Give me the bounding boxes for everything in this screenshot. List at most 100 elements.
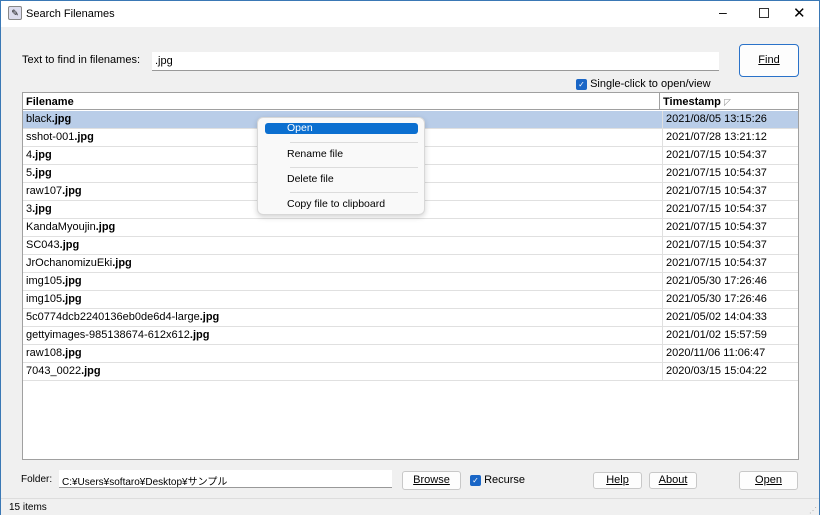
browse-label: Browse [413, 474, 450, 486]
timestamp-cell: 2021/07/15 10:54:37 [662, 201, 798, 219]
single-click-checkbox[interactable]: ✓ Single-click to open/view [576, 78, 711, 90]
menu-item-copy-file[interactable]: Copy file to clipboard [287, 198, 385, 210]
table-row[interactable]: raw108.jpg 2020/11/06 11:06:47 [23, 345, 798, 363]
filename-cell: 5c0774dcb2240136eb0de6d4-large.jpg [26, 309, 219, 326]
menu-item-delete-file[interactable]: Delete file [287, 173, 334, 185]
about-button[interactable]: About [649, 472, 697, 489]
timestamp-cell: 2021/07/15 10:54:37 [662, 147, 798, 165]
filename-cell: 7043_0022.jpg [26, 363, 101, 380]
filename-ext: .jpg [32, 203, 52, 215]
recurse-label: Recurse [484, 474, 526, 486]
filename-ext: .jpg [74, 131, 94, 143]
window-title: Search Filenames [26, 8, 115, 20]
column-header-filename[interactable]: Filename [26, 96, 74, 108]
table-row[interactable]: KandaMyoujin.jpg 2021/07/15 10:54:37 [23, 219, 798, 237]
open-label: Open [755, 474, 782, 486]
minimize-icon[interactable]: – [719, 4, 727, 20]
filename-cell: sshot-001.jpg [26, 129, 94, 146]
resize-grip-icon[interactable]: ⋰ [809, 506, 817, 515]
browse-button[interactable]: Browse [402, 471, 461, 490]
filename-base: KandaMyoujin [26, 221, 96, 233]
filename-base: JrOchanomizuEki [26, 257, 113, 269]
context-menu: Open Rename file Delete file Copy file t… [257, 117, 425, 215]
filename-cell: raw108.jpg [26, 345, 82, 362]
table-row[interactable]: SC043.jpg 2021/07/15 10:54:37 [23, 237, 798, 255]
help-button[interactable]: Help [593, 472, 642, 489]
table-row[interactable]: 5c0774dcb2240136eb0de6d4-large.jpg 2021/0… [23, 309, 798, 327]
folder-label: Folder: [21, 474, 53, 485]
search-label: Text to find in filenames: [22, 54, 141, 66]
filename-ext: .jpg [189, 329, 210, 341]
filename-cell: black.jpg [26, 111, 71, 128]
checkmark-icon: ✓ [470, 474, 481, 486]
filename-base: 7043_0022 [26, 365, 82, 377]
find-button[interactable]: Find [739, 44, 799, 77]
menu-item-open-label: Open [287, 122, 313, 134]
menu-item-open[interactable]: Open [265, 122, 418, 134]
filename-ext: .jpg [51, 113, 72, 125]
about-label: About [658, 474, 688, 486]
table-row[interactable]: JrOchanomizuEki.jpg 2021/07/15 10:54:37 [23, 255, 798, 273]
search-input-value: .jpg [155, 55, 173, 67]
filename-ext: .jpg [112, 257, 132, 269]
timestamp-cell: 2021/07/15 10:54:37 [662, 219, 798, 237]
timestamp-cell: 2021/07/15 10:54:37 [662, 255, 798, 273]
maximize-icon[interactable] [759, 8, 769, 18]
timestamp-cell: 2020/11/06 11:06:47 [662, 345, 798, 363]
filename-base: img105 [26, 293, 63, 305]
folder-input[interactable]: C:¥Users¥softaro¥Desktop¥サンプル [59, 470, 392, 488]
find-label: Find [758, 54, 780, 66]
filename-cell: 4.jpg [26, 147, 52, 164]
filename-cell: 5.jpg [26, 165, 52, 182]
timestamp-header-label: Timestamp [663, 96, 721, 108]
filename-base: SC043 [26, 239, 60, 251]
timestamp-cell: 2021/07/15 10:54:37 [662, 165, 798, 183]
open-button[interactable]: Open [739, 471, 798, 490]
filename-ext: .jpg [32, 149, 52, 161]
filename-ext: .jpg [62, 275, 82, 287]
timestamp-cell: 2020/03/15 15:04:22 [662, 363, 798, 381]
menu-separator [290, 167, 418, 168]
timestamp-cell: 2021/05/30 17:26:46 [662, 273, 798, 291]
filename-ext: .jpg [62, 347, 82, 359]
search-input[interactable]: .jpg [152, 52, 719, 71]
recurse-checkbox[interactable]: ✓ Recurse [470, 474, 525, 486]
filename-cell: img105.jpg [26, 291, 82, 308]
filename-ext: .jpg [59, 239, 80, 251]
table-row[interactable]: 7043_0022.jpg 2020/03/15 15:04:22 [23, 363, 798, 381]
table-header: Filename Timestamp ◸ [23, 93, 798, 110]
title-bar: ✎ Search Filenames – ✕ [1, 1, 819, 27]
timestamp-cell: 2021/07/15 10:54:37 [662, 237, 798, 255]
sort-descending-icon: ◸ [723, 97, 731, 107]
filename-ext: .jpg [81, 365, 101, 377]
app-search-icon: ✎ [8, 6, 22, 20]
column-header-timestamp[interactable]: Timestamp ◸ [659, 93, 798, 110]
table-row[interactable]: gettyimages-985138674-612x612.jpg 2021/01… [23, 327, 798, 345]
timestamp-cell: 2021/01/02 15:57:59 [662, 327, 798, 345]
timestamp-cell: 2021/08/05 13:15:26 [662, 111, 798, 129]
filename-ext: .jpg [95, 221, 116, 233]
menu-separator [290, 142, 418, 143]
filename-base: 5c0774dcb2240136eb0de6d4-large [26, 311, 200, 323]
timestamp-cell: 2021/05/02 14:04:33 [662, 309, 798, 327]
timestamp-cell: 2021/07/15 10:54:37 [662, 183, 798, 201]
single-click-label: Single-click to open/view [590, 78, 711, 90]
filename-ext: .jpg [62, 293, 82, 305]
table-row[interactable]: img105.jpg 2021/05/30 17:26:46 [23, 273, 798, 291]
timestamp-cell: 2021/07/28 13:21:12 [662, 129, 798, 147]
filename-cell: gettyimages-985138674-612x612.jpg [26, 327, 209, 344]
menu-item-rename-file[interactable]: Rename file [287, 148, 343, 160]
checkmark-icon: ✓ [576, 78, 587, 90]
filename-cell: raw107.jpg [26, 183, 82, 200]
filename-cell: JrOchanomizuEki.jpg [26, 255, 132, 272]
filename-ext: .jpg [199, 311, 220, 323]
filename-base: raw107 [26, 185, 63, 197]
filename-base: gettyimages-985138674-612x612 [26, 329, 190, 341]
filename-base: black [26, 113, 52, 125]
close-icon[interactable]: ✕ [793, 4, 806, 22]
filename-cell: img105.jpg [26, 273, 82, 290]
table-row[interactable]: img105.jpg 2021/05/30 17:26:46 [23, 291, 798, 309]
help-label: Help [606, 474, 629, 486]
status-bar: 15 items ⋰ [1, 498, 819, 515]
filename-cell: KandaMyoujin.jpg [26, 219, 115, 236]
